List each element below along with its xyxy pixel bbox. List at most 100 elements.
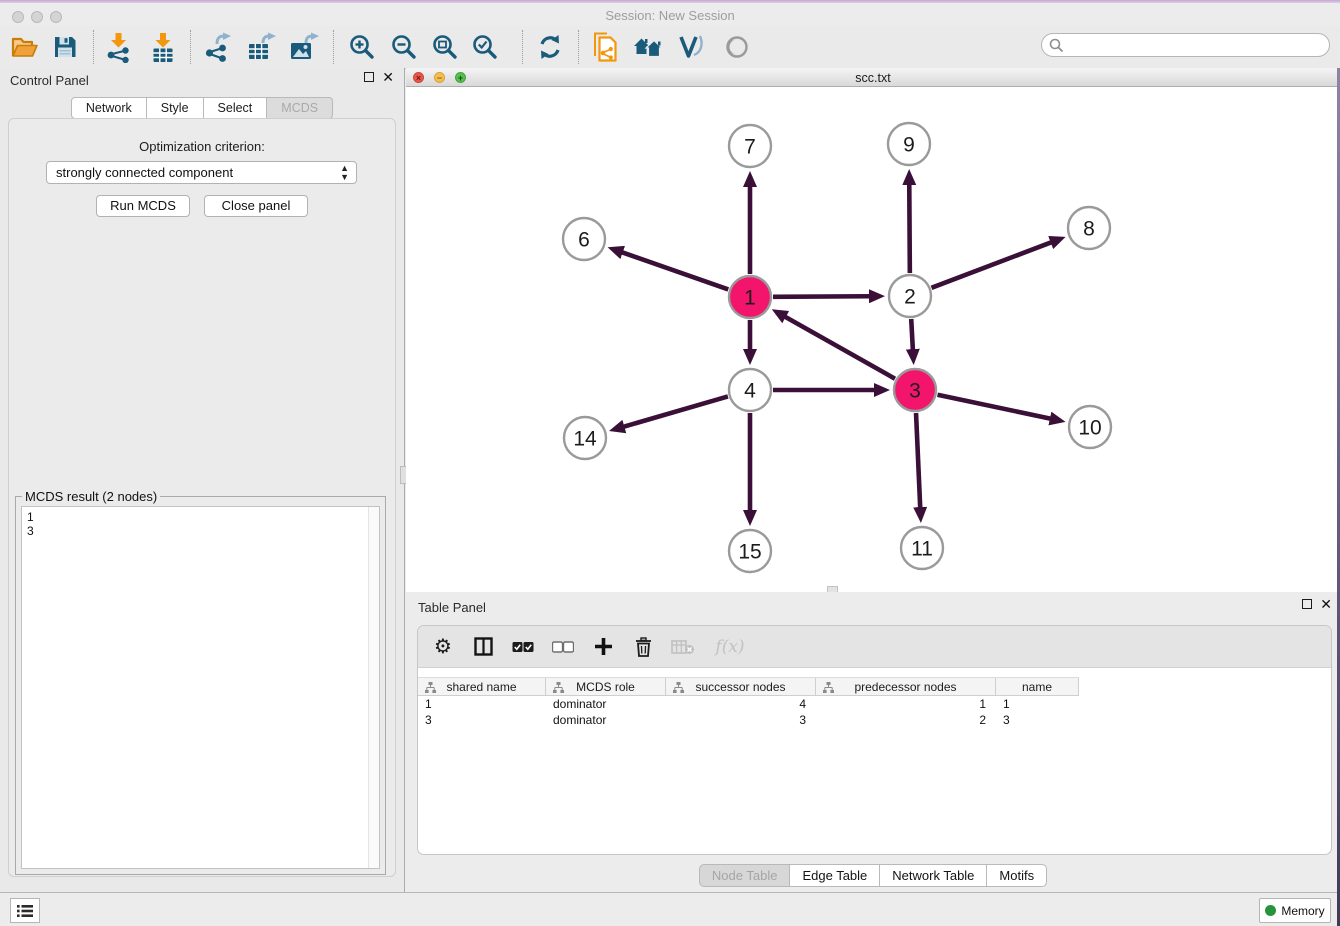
edge-1-2[interactable] [773, 296, 870, 297]
table-cell[interactable]: dominator [546, 712, 666, 728]
tab-style[interactable]: Style [147, 97, 204, 119]
export-image-icon[interactable] [286, 29, 322, 65]
node-2[interactable]: 2 [889, 275, 931, 317]
list-icon [16, 904, 34, 918]
edge-3-10[interactable] [938, 395, 1051, 419]
node-14[interactable]: 14 [564, 417, 606, 459]
show-hide-eye-icon[interactable] [719, 29, 755, 65]
export-network-icon[interactable] [200, 29, 236, 65]
node-8[interactable]: 8 [1068, 207, 1110, 249]
toolbar-separator [578, 30, 579, 64]
search-box [1041, 33, 1330, 57]
refresh-view-icon[interactable] [532, 29, 568, 65]
table-row[interactable]: 3dominator323 [418, 712, 1331, 728]
dropdown-stepper-icon: ▲▼ [340, 164, 349, 182]
delete-entries-icon[interactable] [630, 634, 656, 660]
node-label: 1 [744, 287, 756, 310]
node-4[interactable]: 4 [729, 369, 771, 411]
control-panel: Control Panel ✕ NetworkStyleSelectMCDS O… [0, 68, 405, 892]
node-7[interactable]: 7 [729, 125, 771, 167]
table-cell[interactable]: 2 [816, 712, 996, 728]
node-1[interactable]: 1 [729, 276, 771, 318]
add-entry-icon[interactable] [590, 634, 616, 660]
table-cell[interactable]: 3 [418, 712, 546, 728]
toggle-columns-icon[interactable] [470, 634, 496, 660]
table-cell[interactable]: 3 [996, 712, 1079, 728]
table-tabs: Node TableEdge TableNetwork TableMotifs [406, 864, 1340, 887]
control-panel-close-icon[interactable]: ✕ [382, 72, 394, 82]
node-11[interactable]: 11 [901, 527, 943, 569]
import-network-icon[interactable] [100, 29, 136, 65]
tab-network[interactable]: Network [71, 97, 147, 119]
close-panel-button[interactable]: Close panel [204, 195, 308, 217]
table-cell[interactable]: 1 [816, 696, 996, 712]
vizmapper-toggle-icon[interactable] [674, 29, 710, 65]
zoom-out-icon[interactable] [386, 29, 422, 65]
save-session-icon[interactable] [47, 29, 83, 65]
node-9[interactable]: 9 [888, 123, 930, 165]
node-3[interactable]: 3 [894, 369, 936, 411]
network-window-titlebar[interactable]: × − + scc.txt [406, 68, 1340, 87]
mcds-result-title: MCDS result (2 nodes) [22, 489, 160, 504]
export-table-icon[interactable] [244, 29, 280, 65]
select-all-rows-icon[interactable] [510, 634, 536, 660]
task-history-button[interactable] [10, 898, 40, 923]
run-mcds-button[interactable]: Run MCDS [96, 195, 190, 217]
column-header-name[interactable]: name [996, 677, 1079, 696]
edge-4-14[interactable] [623, 396, 728, 426]
table-container: ⚙ [417, 625, 1332, 855]
zoom-fit-icon[interactable] [427, 29, 463, 65]
edge-3-11[interactable] [916, 413, 920, 508]
edge-1-6[interactable] [622, 252, 729, 289]
criterion-dropdown[interactable]: strongly connected component ▲▼ [46, 161, 357, 184]
tab-edge-table[interactable]: Edge Table [790, 864, 880, 887]
node-6[interactable]: 6 [563, 218, 605, 260]
open-session-icon[interactable] [6, 29, 42, 65]
edge-2-8[interactable] [932, 242, 1052, 288]
function-builder-icon[interactable]: f(x) [710, 634, 750, 660]
network-from-file-icon[interactable] [587, 29, 623, 65]
toolbar-separator [522, 30, 523, 64]
table-cell[interactable]: 1 [418, 696, 546, 712]
tab-motifs[interactable]: Motifs [987, 864, 1047, 887]
table-panel-close-icon[interactable]: ✕ [1320, 599, 1332, 609]
column-header-shared-name[interactable]: shared name [418, 677, 546, 696]
node-label: 9 [903, 134, 915, 157]
network-graph-canvas[interactable]: 7 9 6 8 1 2 4 3 14 10 15 11 [406, 87, 1340, 592]
edge-2-9[interactable] [909, 184, 910, 273]
table-cell[interactable]: dominator [546, 696, 666, 712]
table-cell[interactable]: 4 [666, 696, 816, 712]
table-cell[interactable]: 1 [996, 696, 1079, 712]
status-bar: Memory [0, 892, 1340, 926]
table-panel-float-icon[interactable] [1302, 599, 1312, 609]
node-15[interactable]: 15 [729, 530, 771, 572]
import-table-icon[interactable] [145, 29, 181, 65]
window-title: Session: New Session [0, 8, 1340, 23]
edge-2-3[interactable] [911, 319, 913, 350]
tab-mcds[interactable]: MCDS [267, 97, 333, 119]
column-header-successor-nodes[interactable]: successor nodes [666, 677, 816, 696]
column-header-predecessor-nodes[interactable]: predecessor nodes [816, 677, 996, 696]
tab-select[interactable]: Select [204, 97, 268, 119]
zoom-in-icon[interactable] [344, 29, 380, 65]
edge-3-1[interactable] [785, 317, 895, 379]
control-panel-float-icon[interactable] [364, 72, 374, 82]
search-input[interactable] [1041, 33, 1330, 57]
table-panel-title: Table Panel [418, 600, 486, 615]
table-row[interactable]: 1dominator411 [418, 696, 1331, 712]
home-icon[interactable] [630, 29, 666, 65]
memory-button[interactable]: Memory [1259, 898, 1331, 923]
deselect-all-rows-icon[interactable] [550, 634, 576, 660]
node-10[interactable]: 10 [1069, 406, 1111, 448]
mcds-result-text[interactable]: 1 3 [21, 506, 380, 869]
zoom-selected-icon[interactable] [467, 29, 503, 65]
result-scrollbar[interactable] [368, 507, 379, 868]
column-header-MCDS-role[interactable]: MCDS role [546, 677, 666, 696]
memory-status-dot [1265, 905, 1276, 916]
delete-table-icon[interactable] [670, 634, 696, 660]
tab-node-table[interactable]: Node Table [699, 864, 791, 887]
table-cell[interactable]: 3 [666, 712, 816, 728]
table-settings-icon[interactable]: ⚙ [430, 634, 456, 660]
tab-network-table[interactable]: Network Table [880, 864, 987, 887]
search-icon [1049, 38, 1064, 53]
